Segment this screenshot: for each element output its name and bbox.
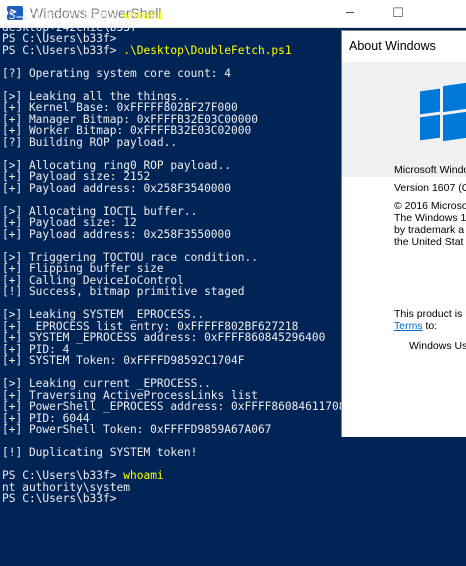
description-line-3: the United Stat [394,236,464,248]
console-line-text: PS C:\Users\b33f> [2,43,124,57]
console-line-text: PS C:\Users\b33f> [2,492,117,505]
dialog-title: About Windows [349,39,436,53]
logo-banner [342,62,466,177]
license-terms: Terms to: [394,320,437,332]
console-line: PS C:\Users\b33f> [2,493,466,505]
about-windows-dialog: About Windows Microsoft Windo Version 16… [341,30,466,437]
console-line-text: [!] Duplicating SYSTEM token! [2,446,198,459]
console-command: .\Desktop\DoubleFetch.ps1 [123,43,292,57]
console-line: [!] Duplicating SYSTEM token! [2,447,466,459]
console-line-text: [?] Building ROP payload.. [2,135,178,149]
console-line-text: [+] SYSTEM Token: 0xFFFFD98592C1704F [2,354,245,367]
console-line-text: [?] Operating system core count: 4 [2,66,232,80]
console-line-text: [+] Payload address: 0x258F3550000 [2,227,232,241]
version-text: Version 1607 (O [394,182,466,194]
windows-logo-icon [420,78,466,158]
licensed-user: Windows Us [409,340,466,352]
console-line-text: [+] Payload address: 0x258F3540000 [2,181,232,195]
terms-link[interactable]: Terms [394,320,423,332]
description-line-1: The Windows 1 [394,212,466,224]
terms-suffix: to: [422,320,438,332]
license-text: This product is l [394,308,466,320]
console-line-text: [+] PowerShell Token: 0xFFFFD9859A67A067 [2,423,272,436]
description-line-2: by trademark a [394,224,465,236]
copyright-text: © 2016 Microso [394,200,466,212]
product-name: Microsoft Windo [394,164,466,176]
console-line-text: [!] Success, bitmap primitive staged [2,285,245,298]
